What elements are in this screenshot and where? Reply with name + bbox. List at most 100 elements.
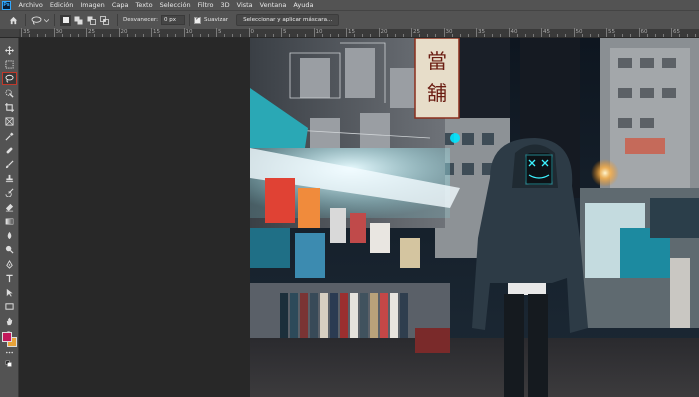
ruler-tick [264, 34, 266, 37]
chevron-down-icon[interactable] [44, 18, 49, 23]
rectangle-tool[interactable] [2, 300, 17, 313]
move-tool-icon [5, 46, 14, 55]
dodge-tool-icon [5, 245, 14, 254]
pawn-sign-text-2: 舖 [427, 81, 447, 105]
eyedropper-tool[interactable] [2, 130, 17, 143]
menu-vista[interactable]: Vista [233, 1, 256, 9]
ruler-tick [484, 34, 486, 37]
smooth-checkbox[interactable]: ✓ [194, 16, 201, 24]
ruler-tick [500, 34, 502, 37]
select-and-mask-button[interactable]: Seleccionar y aplicar máscara... [236, 14, 340, 26]
type-tool[interactable] [2, 272, 17, 285]
ruler-tick [492, 34, 494, 37]
history-brush-tool[interactable] [2, 186, 17, 199]
pen-tool-icon [6, 260, 13, 269]
lasso-tool[interactable] [2, 72, 17, 85]
pawn-sign-text: 當 [427, 49, 447, 73]
menu-ventana[interactable]: Ventana [256, 1, 290, 9]
lasso-preset-button[interactable] [31, 15, 42, 26]
dodge-tool[interactable] [2, 243, 17, 256]
ruler-tick [272, 34, 274, 37]
ruler-tick [142, 34, 144, 37]
gradient-tool[interactable] [2, 215, 17, 228]
path-select-tool[interactable] [2, 286, 17, 299]
ruler-tick [679, 34, 681, 37]
new-selection-button[interactable] [60, 14, 71, 26]
marquee-tool-icon [5, 60, 14, 69]
ruler-tick [394, 34, 396, 37]
quick-select-tool[interactable] [2, 87, 17, 100]
hand-tool[interactable] [2, 315, 17, 328]
menu-imagen[interactable]: Imagen [77, 1, 108, 9]
ruler-tick [622, 34, 624, 37]
pen-tool[interactable] [2, 258, 17, 271]
ruler-tick [199, 34, 201, 37]
ruler-tick [175, 34, 177, 37]
document-canvas[interactable]: 當 舖 [250, 38, 699, 397]
foreground-color-swatch[interactable] [2, 332, 12, 342]
ruler-tick [248, 28, 250, 37]
healing-brush-tool[interactable] [2, 144, 17, 157]
ruler-tick [362, 34, 364, 37]
ruler-tick [476, 28, 477, 37]
ruler-tick [614, 34, 616, 37]
menu-3d[interactable]: 3D [217, 1, 233, 9]
frame-tool[interactable] [2, 115, 17, 128]
crop-tool[interactable] [2, 101, 17, 114]
horizontal-ruler[interactable]: 35 30 25 20 15 10 5 0 5 10 15 20 25 30 35 40 45 50 55 60 65 [19, 28, 699, 38]
ruler-tick [459, 34, 461, 37]
brush-tool[interactable] [2, 158, 17, 171]
eraser-tool[interactable] [2, 201, 17, 214]
menu-capa[interactable]: Capa [108, 1, 132, 9]
home-button[interactable] [6, 13, 20, 27]
ruler-tick [662, 34, 664, 37]
ruler-tick [86, 28, 87, 37]
lasso-tool-icon [5, 74, 14, 83]
ruler-tick [411, 28, 412, 37]
gradient-tool-icon [5, 218, 14, 225]
menu-edicion[interactable]: Edición [46, 1, 77, 9]
ruler-tick [516, 34, 518, 37]
subtract-selection-button[interactable] [86, 15, 97, 26]
lasso-icon [31, 15, 42, 25]
menu-bar: Ps Archivo Edición Imagen Capa Texto Sel… [0, 0, 699, 10]
healing-brush-tool-icon [6, 147, 13, 154]
ruler-tick [638, 28, 640, 37]
ruler-tick [386, 34, 388, 37]
ruler-tick [589, 34, 591, 37]
divider [54, 14, 55, 26]
menu-texto[interactable]: Texto [132, 1, 156, 9]
photoshop-logo[interactable]: Ps [2, 0, 11, 10]
ruler-tick [671, 28, 672, 37]
move-tool[interactable] [2, 44, 17, 57]
menu-filtro[interactable]: Filtro [194, 1, 217, 9]
ruler-label: 5 [218, 29, 222, 35]
ruler-tick [524, 34, 526, 37]
ruler-tick [102, 34, 104, 37]
feather-label: Desvanecer: [123, 17, 158, 23]
ruler-tick [313, 28, 315, 37]
menu-ayuda[interactable]: Ayuda [290, 1, 317, 9]
marquee-tool[interactable] [2, 58, 17, 71]
ruler-tick [94, 34, 96, 37]
add-selection-button[interactable] [73, 15, 84, 26]
menu-seleccion[interactable]: Selección [156, 1, 194, 9]
blur-tool[interactable] [2, 229, 17, 242]
ruler-tick [630, 34, 632, 37]
home-icon [9, 16, 17, 24]
clone-stamp-tool[interactable] [2, 172, 17, 185]
history-brush-tool-icon [5, 188, 14, 197]
ruler-tick [151, 28, 152, 37]
ruler-tick [508, 28, 510, 37]
ruler-tick [557, 34, 559, 37]
default-colors-button[interactable] [2, 358, 17, 371]
menu-archivo[interactable]: Archivo [15, 1, 46, 9]
intersect-selection-button[interactable] [99, 15, 110, 26]
intersect-selection-icon [100, 15, 109, 25]
ruler-tick [240, 34, 242, 37]
feather-input[interactable]: 0 px [161, 15, 185, 25]
ruler-tick [256, 34, 258, 37]
ruler-tick [532, 34, 534, 37]
blur-tool-icon [7, 231, 12, 240]
ruler-tick [69, 34, 71, 37]
